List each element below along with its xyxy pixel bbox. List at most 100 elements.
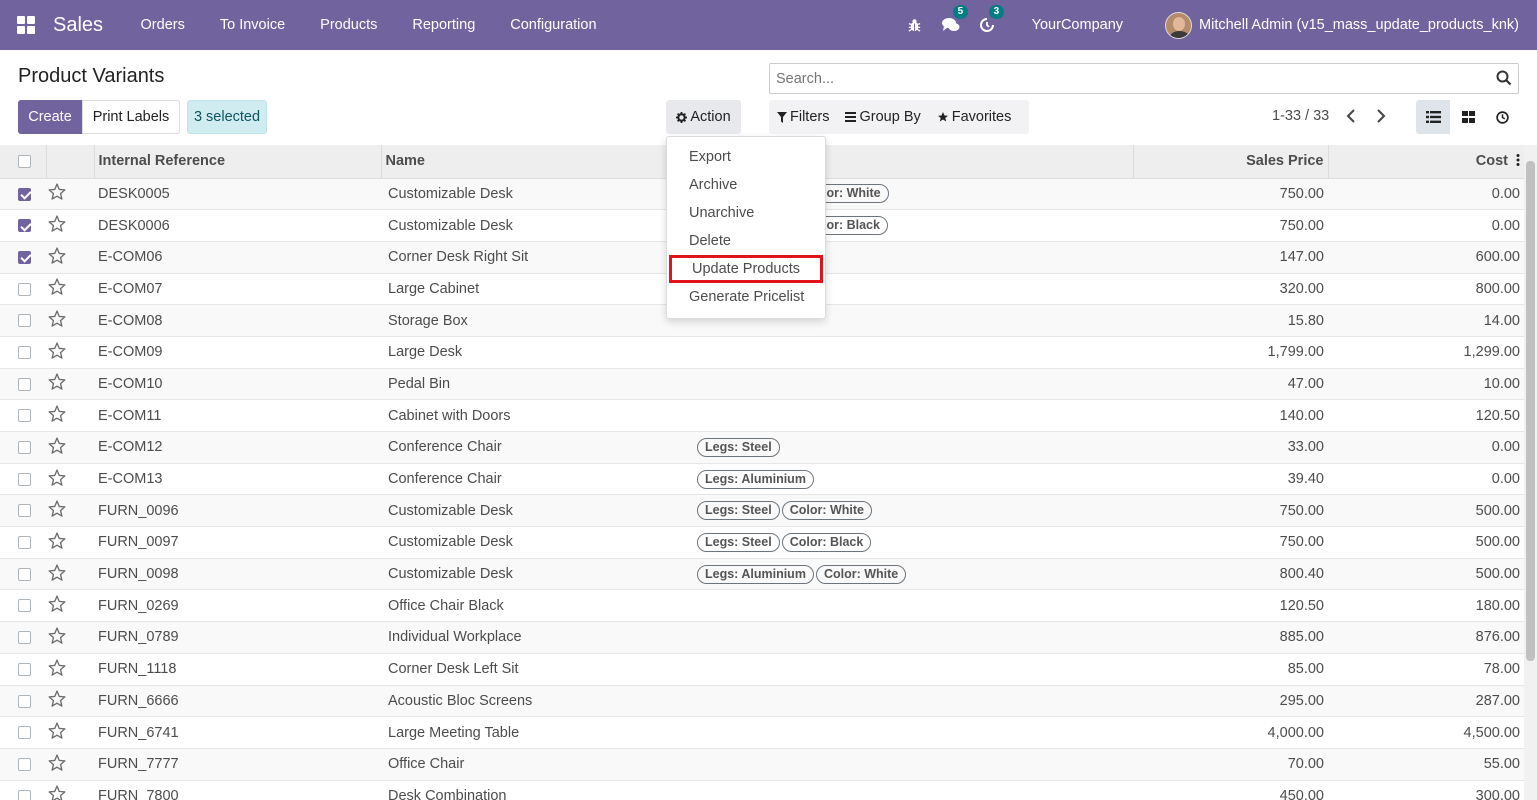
favorite-star-icon[interactable] xyxy=(48,183,66,204)
favorite-star-icon[interactable] xyxy=(48,373,66,394)
cell-attributes[interactable]: Legs: Steel xyxy=(691,432,1133,464)
table-scrollbar[interactable] xyxy=(1524,145,1537,800)
cell-name[interactable]: Large Cabinet xyxy=(381,273,691,305)
print-labels-button[interactable]: Print Labels xyxy=(82,100,180,134)
cell-name[interactable]: Customizable Desk xyxy=(381,558,691,590)
cell-cost[interactable]: 180.00 xyxy=(1328,590,1524,622)
cell-name[interactable]: Acoustic Bloc Screens xyxy=(381,685,691,717)
pager-previous-button[interactable] xyxy=(1341,106,1361,126)
table-row[interactable]: FURN_0789 Individual Workplace 885.00 876.0… xyxy=(0,621,1524,654)
row-checkbox[interactable] xyxy=(18,282,31,296)
cell-attributes[interactable]: Legs: Aluminium Color: White xyxy=(691,558,1133,590)
action-menu-item-unarchive[interactable]: Unarchive xyxy=(667,199,825,227)
favorite-star-icon[interactable] xyxy=(48,532,66,553)
favorite-star-icon[interactable] xyxy=(48,500,66,521)
row-checkbox[interactable] xyxy=(18,504,31,518)
cell-attributes[interactable]: Legs: Steel Color: Black xyxy=(691,527,1133,559)
cell-internal-reference[interactable]: FURN_6741 xyxy=(94,717,381,749)
favorite-star-icon[interactable] xyxy=(48,595,66,616)
favorite-star-icon[interactable] xyxy=(48,247,66,268)
cell-sales-price[interactable]: 4,000.00 xyxy=(1133,717,1328,749)
cell-cost[interactable]: 876.00 xyxy=(1328,622,1524,654)
cell-internal-reference[interactable]: FURN_0098 xyxy=(94,558,381,590)
cell-sales-price[interactable]: 140.00 xyxy=(1133,400,1328,432)
table-row[interactable]: FURN_6741 Large Meeting Table 4,000.00 4,50… xyxy=(0,716,1524,749)
cell-internal-reference[interactable]: E-COM10 xyxy=(94,368,381,400)
cell-name[interactable]: Office Chair xyxy=(381,748,691,780)
menu-products[interactable]: Products xyxy=(303,17,395,33)
cell-name[interactable]: Individual Workplace xyxy=(381,622,691,654)
table-row[interactable]: FURN_0097 Customizable Desk Legs: Steel Col… xyxy=(0,526,1524,559)
cell-name[interactable]: Corner Desk Left Sit xyxy=(381,653,691,685)
apps-menu-icon[interactable] xyxy=(17,16,35,34)
row-checkbox[interactable] xyxy=(18,789,31,800)
cell-cost[interactable]: 0.00 xyxy=(1328,432,1524,464)
cell-cost[interactable]: 300.00 xyxy=(1328,780,1524,800)
cell-internal-reference[interactable]: FURN_0097 xyxy=(94,527,381,559)
cell-name[interactable]: Customizable Desk xyxy=(381,527,691,559)
cell-name[interactable]: Customizable Desk xyxy=(381,495,691,527)
cell-internal-reference[interactable]: E-COM12 xyxy=(94,432,381,464)
cell-cost[interactable]: 0.00 xyxy=(1328,463,1524,495)
table-row[interactable]: FURN_7777 Office Chair 70.00 55.00 xyxy=(0,748,1524,781)
pager-next-button[interactable] xyxy=(1371,106,1391,126)
cell-attributes[interactable]: Legs: Aluminium xyxy=(691,463,1133,495)
cell-name[interactable]: Cabinet with Doors xyxy=(381,400,691,432)
cell-cost[interactable]: 0.00 xyxy=(1328,210,1524,242)
cell-internal-reference[interactable]: E-COM11 xyxy=(94,400,381,432)
row-checkbox[interactable] xyxy=(18,694,31,708)
favorite-star-icon[interactable] xyxy=(48,754,66,775)
table-row[interactable]: E-COM09 Large Desk 1,799.00 1,299.00 xyxy=(0,336,1524,369)
cell-name[interactable]: Large Desk xyxy=(381,336,691,368)
cell-name[interactable]: Conference Chair xyxy=(381,463,691,495)
column-sales-price[interactable]: Sales Price xyxy=(1133,145,1329,179)
activity-view-button[interactable] xyxy=(1485,100,1519,134)
cell-name[interactable]: Large Meeting Table xyxy=(381,717,691,749)
app-name[interactable]: Sales xyxy=(53,14,103,37)
row-checkbox[interactable] xyxy=(18,631,31,645)
cell-cost[interactable]: 287.00 xyxy=(1328,685,1524,717)
favorite-star-icon[interactable] xyxy=(48,437,66,458)
create-button[interactable]: Create xyxy=(18,100,82,134)
favorite-star-icon[interactable] xyxy=(48,785,66,800)
table-row[interactable]: FURN_1118 Corner Desk Left Sit 85.00 78.00 xyxy=(0,653,1524,685)
action-menu-item-update-products[interactable]: Update Products xyxy=(669,255,823,283)
cell-attributes[interactable] xyxy=(691,780,1133,800)
row-checkbox[interactable] xyxy=(18,472,31,486)
table-row[interactable]: E-COM11 Cabinet with Doors 140.00 120.50 xyxy=(0,399,1524,432)
cell-internal-reference[interactable]: DESK0006 xyxy=(94,210,381,242)
debug-icon[interactable] xyxy=(897,18,933,33)
cell-attributes[interactable] xyxy=(691,685,1133,717)
company-switcher[interactable]: YourCompany xyxy=(1032,17,1123,33)
cell-internal-reference[interactable]: FURN_7777 xyxy=(94,748,381,780)
cell-name[interactable]: Pedal Bin xyxy=(381,368,691,400)
search-box[interactable] xyxy=(769,63,1519,94)
cell-name[interactable]: Storage Box xyxy=(381,305,691,337)
cell-internal-reference[interactable]: FURN_0096 xyxy=(94,495,381,527)
column-name[interactable]: Name xyxy=(381,145,692,179)
action-menu-item-archive[interactable]: Archive xyxy=(667,171,825,199)
cell-sales-price[interactable]: 15.80 xyxy=(1133,305,1328,337)
cell-sales-price[interactable]: 70.00 xyxy=(1133,748,1328,780)
cell-sales-price[interactable]: 750.00 xyxy=(1133,495,1328,527)
cell-attributes[interactable] xyxy=(691,590,1133,622)
favorite-star-icon[interactable] xyxy=(48,405,66,426)
table-row[interactable]: FURN_6666 Acoustic Bloc Screens 295.00 287.… xyxy=(0,685,1524,717)
cell-cost[interactable]: 0.00 xyxy=(1328,178,1524,210)
row-checkbox[interactable] xyxy=(18,345,31,359)
cell-cost[interactable]: 500.00 xyxy=(1328,558,1524,590)
cell-cost[interactable]: 4,500.00 xyxy=(1328,717,1524,749)
activities-icon[interactable]: 3 xyxy=(969,5,1005,33)
cell-cost[interactable]: 55.00 xyxy=(1328,748,1524,780)
cell-internal-reference[interactable]: E-COM06 xyxy=(94,241,381,273)
optional-columns-icon[interactable] xyxy=(1516,154,1520,167)
cell-sales-price[interactable]: 39.40 xyxy=(1133,463,1328,495)
cell-attributes[interactable] xyxy=(691,748,1133,780)
cell-internal-reference[interactable]: E-COM13 xyxy=(94,463,381,495)
cell-attributes[interactable] xyxy=(691,717,1133,749)
cell-name[interactable]: Office Chair Black xyxy=(381,590,691,622)
action-button[interactable]: Action xyxy=(666,100,741,134)
favorite-star-icon[interactable] xyxy=(48,215,66,236)
favorite-star-icon[interactable] xyxy=(48,722,66,743)
favorite-star-icon[interactable] xyxy=(48,627,66,648)
